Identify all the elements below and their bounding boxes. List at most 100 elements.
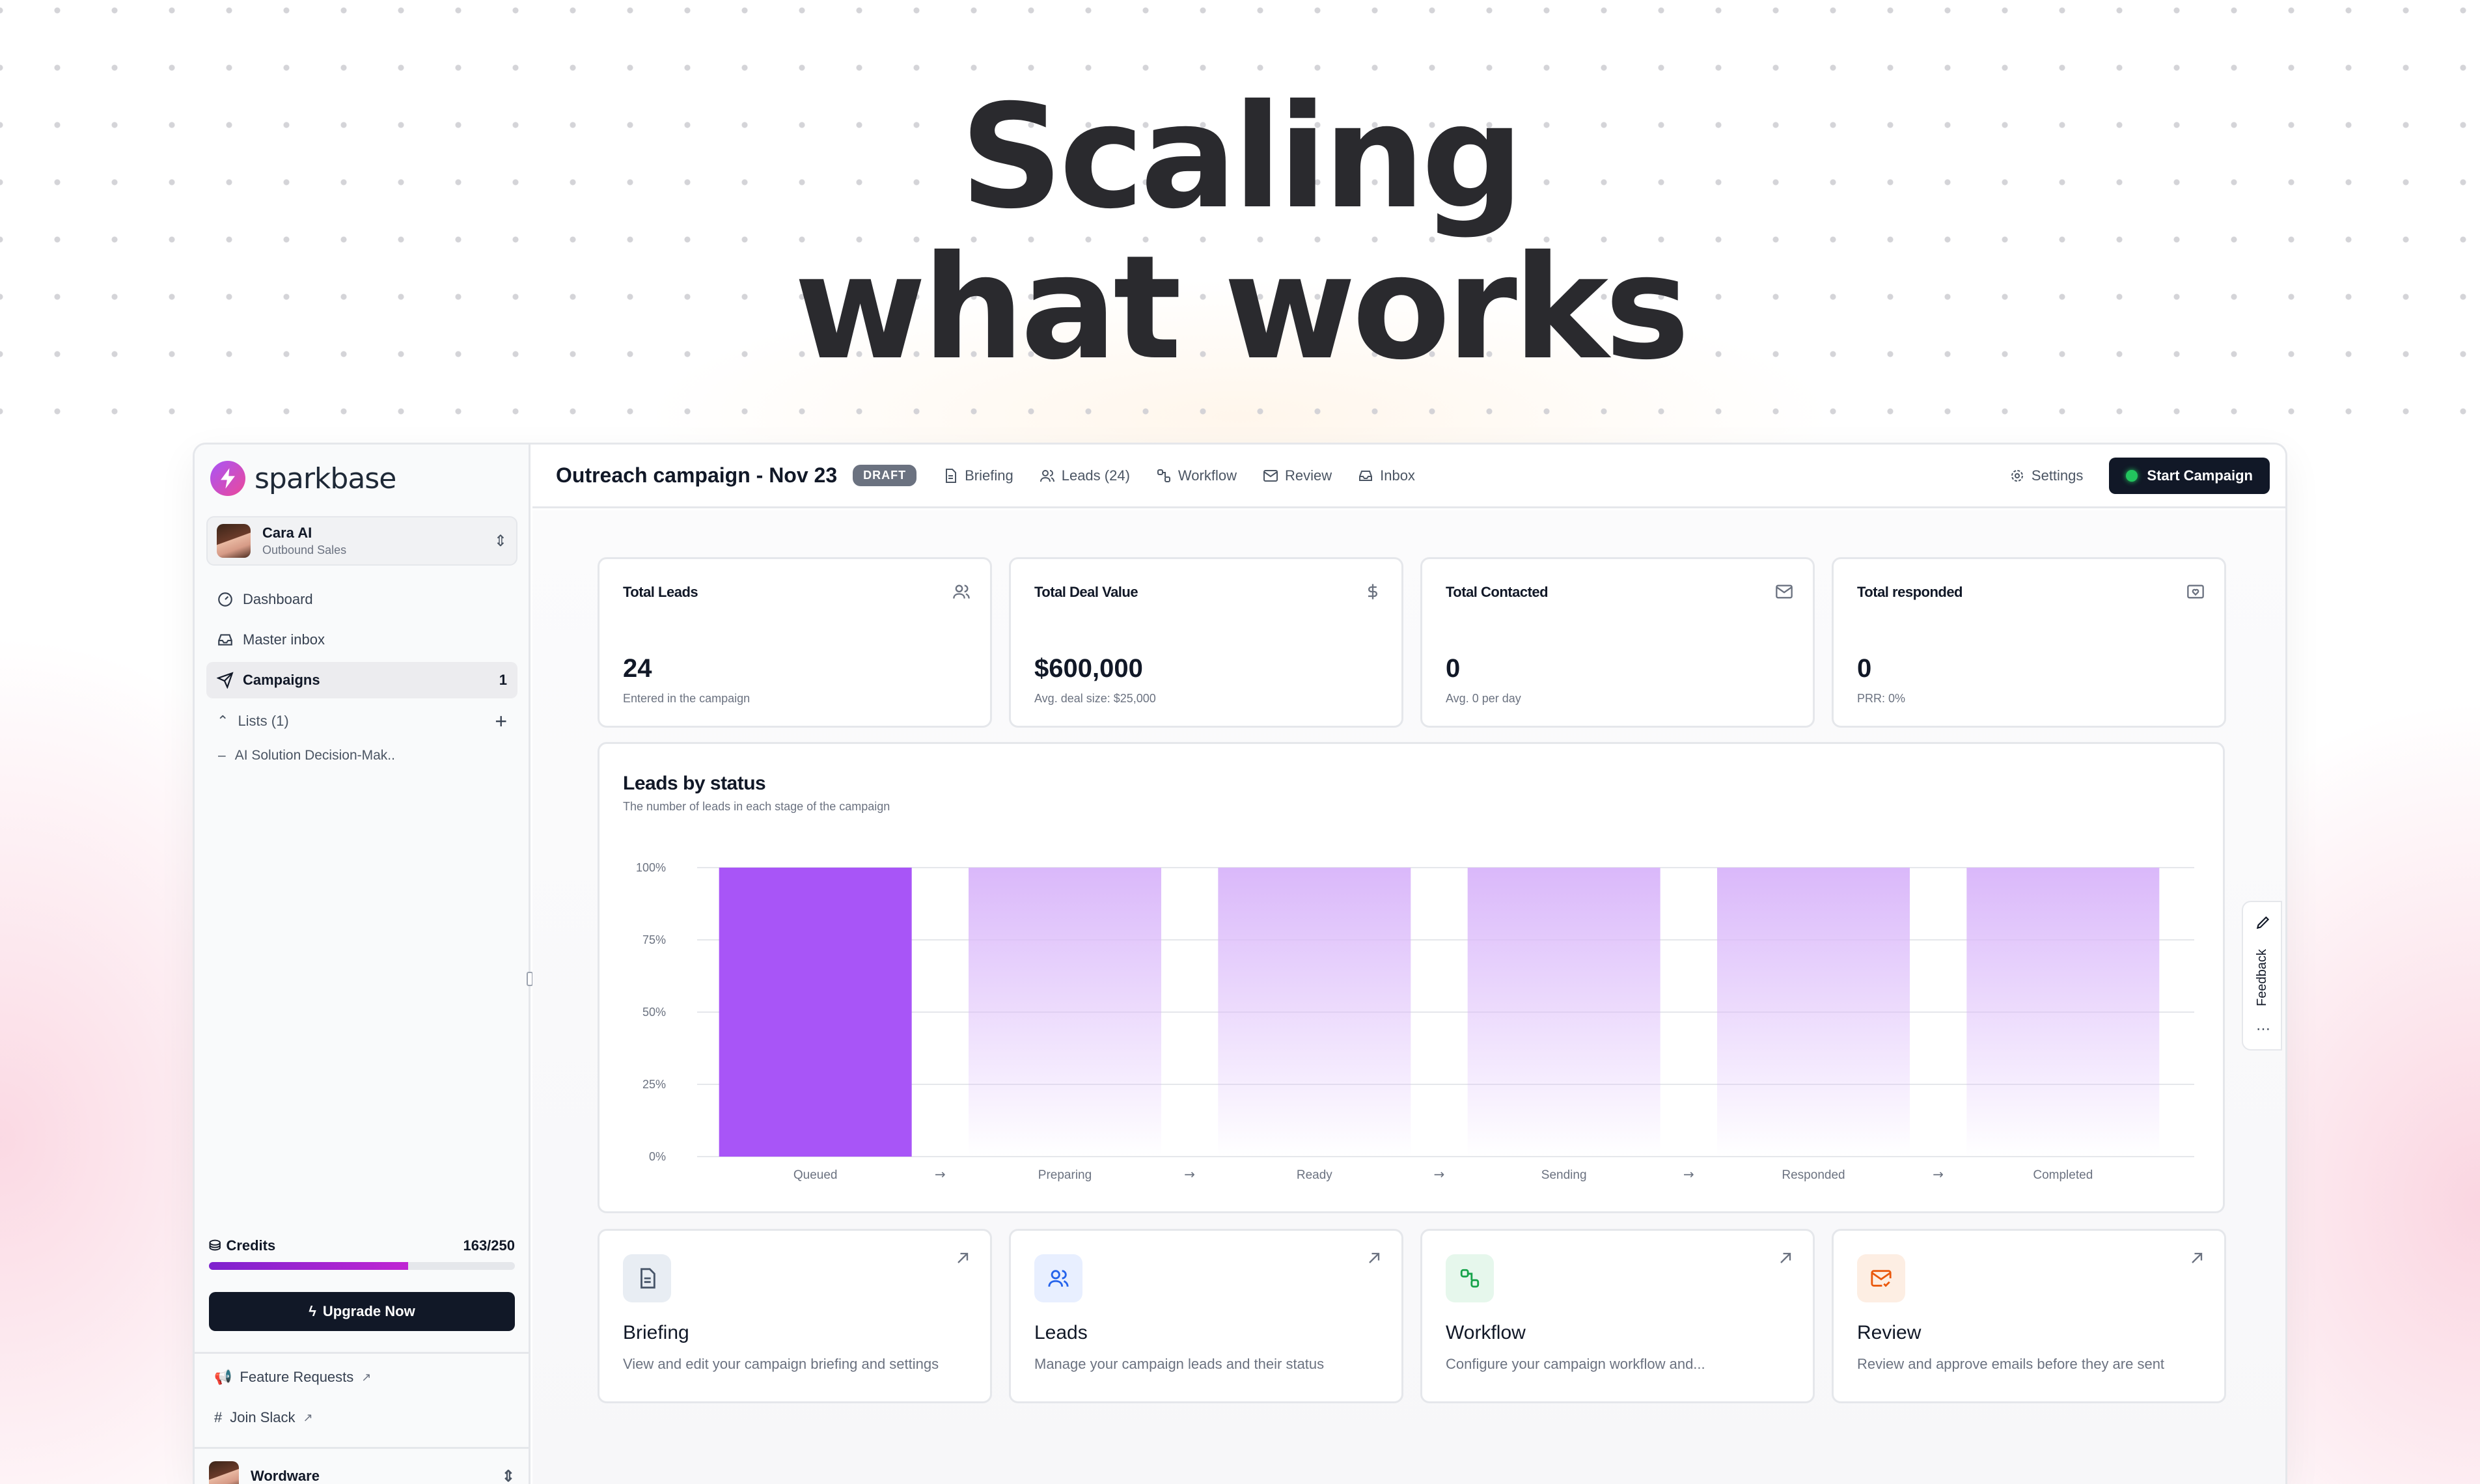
lightning-icon: ϟ xyxy=(309,1303,316,1319)
arrow-right-icon: → xyxy=(1434,1166,1445,1182)
x-tick-label: Queued xyxy=(793,1168,838,1182)
feedback-tab[interactable]: Feedback ⋯ xyxy=(2242,901,2282,1051)
user-name: Cara AI xyxy=(262,525,312,541)
credits-label: Credits xyxy=(226,1237,276,1254)
leads-by-status-chart: Leads by status The number of leads in e… xyxy=(598,742,2225,1213)
tab-workflow[interactable]: Workflow xyxy=(1156,467,1237,484)
arrow-up-right-icon xyxy=(1369,1252,1380,1263)
user-switcher[interactable]: Cara AI Outbound Sales ⇕ xyxy=(206,516,517,566)
status-badge: DRAFT xyxy=(853,465,917,486)
mail-check-icon xyxy=(1857,1254,1905,1302)
status-dot-icon xyxy=(2126,469,2138,482)
nav-card-title: Briefing xyxy=(623,1322,689,1343)
lightning-icon xyxy=(210,461,245,496)
bar-completed[interactable] xyxy=(1966,868,2160,1157)
x-tick-label: Completed xyxy=(2033,1168,2093,1182)
gauge-icon xyxy=(218,592,232,607)
stat-value: 24 xyxy=(623,654,652,683)
bar-responded[interactable] xyxy=(1717,868,1910,1157)
mail-icon xyxy=(1776,584,1793,599)
feature-requests-link[interactable]: 📢 Feature Requests ↗ xyxy=(214,1369,371,1386)
users-icon xyxy=(1040,469,1054,482)
stat-card-total-deal-value: Total Deal Value $600,000 Avg. deal size… xyxy=(1009,557,1403,728)
bar-queued[interactable] xyxy=(719,868,912,1157)
credits-progress-bar xyxy=(209,1262,515,1270)
stat-value: $600,000 xyxy=(1034,654,1143,683)
bar-preparing[interactable] xyxy=(969,868,1161,1157)
sidebar-item-master-inbox[interactable]: Master inbox xyxy=(206,622,517,658)
stat-subtext: PRR: 0% xyxy=(1857,692,1906,705)
stat-label: Total responded xyxy=(1857,584,1963,600)
divider xyxy=(195,1352,530,1354)
settings-button[interactable]: Settings xyxy=(2009,467,2083,484)
sidebar-item-campaigns[interactable]: Campaigns 1 xyxy=(206,662,517,698)
add-list-button[interactable]: + xyxy=(495,709,507,734)
brand-name: sparkbase xyxy=(255,461,396,495)
hero-heading: Scaling what works xyxy=(0,81,2480,383)
org-switcher[interactable]: Wordware ⇕ xyxy=(209,1461,515,1484)
x-tick-label: Preparing xyxy=(1038,1168,1092,1182)
bar-sending[interactable] xyxy=(1467,868,1660,1157)
nav-card-title: Review xyxy=(1857,1322,1922,1343)
heart-mail-icon xyxy=(2187,584,2204,599)
upgrade-now-button[interactable]: ϟ Upgrade Now xyxy=(209,1292,515,1331)
user-avatar xyxy=(217,524,251,558)
nav-card-description: Review and approve emails before they ar… xyxy=(1857,1356,2165,1372)
chevron-up-down-icon: ⇕ xyxy=(493,532,507,550)
tab-briefing[interactable]: Briefing xyxy=(943,467,1013,484)
start-campaign-button[interactable]: Start Campaign xyxy=(2109,457,2270,494)
nav-card-leads[interactable]: Leads Manage your campaign leads and the… xyxy=(1009,1229,1403,1403)
x-tick-label: Responded xyxy=(1782,1168,1845,1182)
nav-card-workflow[interactable]: Workflow Configure your campaign workflo… xyxy=(1420,1229,1815,1403)
slack-icon: # xyxy=(214,1409,223,1425)
lists-section-header[interactable]: ⌃ Lists (1) + xyxy=(206,705,517,737)
stat-label: Total Deal Value xyxy=(1034,584,1138,600)
nav-card-review[interactable]: Review Review and approve emails before … xyxy=(1832,1229,2226,1403)
list-item[interactable]: – AI Solution Decision-Mak.. xyxy=(218,748,395,763)
join-slack-link[interactable]: # Join Slack ↗ xyxy=(214,1409,313,1426)
tab-review[interactable]: Review xyxy=(1263,467,1332,484)
brand-logo[interactable]: sparkbase xyxy=(210,459,396,498)
arrow-right-icon: → xyxy=(1683,1166,1694,1182)
list-item-label: AI Solution Decision-Mak.. xyxy=(234,748,395,763)
external-link-icon: ↗ xyxy=(303,1410,313,1424)
upgrade-label: Upgrade Now xyxy=(322,1303,415,1319)
stat-label: Total Contacted xyxy=(1446,584,1549,600)
nav-card-briefing[interactable]: Briefing View and edit your campaign bri… xyxy=(598,1229,992,1403)
feedback-label: Feedback xyxy=(2255,949,2269,1006)
y-tick-label: 100% xyxy=(636,861,666,874)
stat-card-total-responded: Total responded 0 PRR: 0% xyxy=(1832,557,2226,728)
x-tick-label: Sending xyxy=(1541,1168,1587,1182)
mail-icon xyxy=(1263,469,1278,482)
workflow-icon xyxy=(1157,469,1170,482)
inbox-icon xyxy=(1359,470,1373,481)
tab-leads[interactable]: Leads (24) xyxy=(1040,467,1130,484)
tab-label: Briefing xyxy=(965,467,1013,484)
stat-value: 0 xyxy=(1857,654,1872,683)
y-tick-label: 75% xyxy=(642,933,666,946)
tab-label: Inbox xyxy=(1380,467,1415,484)
stat-card-total-leads: Total Leads 24 Entered in the campaign xyxy=(598,557,992,728)
arrow-right-icon: → xyxy=(1933,1166,1944,1182)
stat-subtext: Entered in the campaign xyxy=(623,692,751,705)
inbox-icon xyxy=(218,634,232,646)
bar-ready[interactable] xyxy=(1218,868,1411,1157)
chart-plot: 0% 25% 50% 75% 100% Queued → Preparing → Ready → Se… xyxy=(636,861,2194,1182)
megaphone-icon: 📢 xyxy=(214,1369,232,1385)
sidebar-item-dashboard[interactable]: Dashboard xyxy=(206,581,517,618)
org-avatar xyxy=(209,1461,239,1484)
campaigns-count: 1 xyxy=(499,672,507,688)
divider xyxy=(195,1447,530,1449)
tab-inbox[interactable]: Inbox xyxy=(1358,467,1415,484)
pencil-icon xyxy=(2256,916,2270,929)
chevron-up-down-icon: ⇕ xyxy=(501,1467,515,1484)
nav-card-title: Leads xyxy=(1034,1322,1088,1343)
sidebar-item-label: Campaigns xyxy=(243,672,320,688)
stat-subtext: Avg. 0 per day xyxy=(1446,692,1521,705)
coins-icon: ⛁ xyxy=(209,1237,221,1254)
sidebar-item-label: Master inbox xyxy=(243,631,325,648)
more-dots-icon: ⋯ xyxy=(2256,1021,2270,1037)
document-icon xyxy=(623,1254,671,1302)
arrow-up-right-icon xyxy=(2192,1252,2203,1263)
users-icon xyxy=(953,584,970,599)
